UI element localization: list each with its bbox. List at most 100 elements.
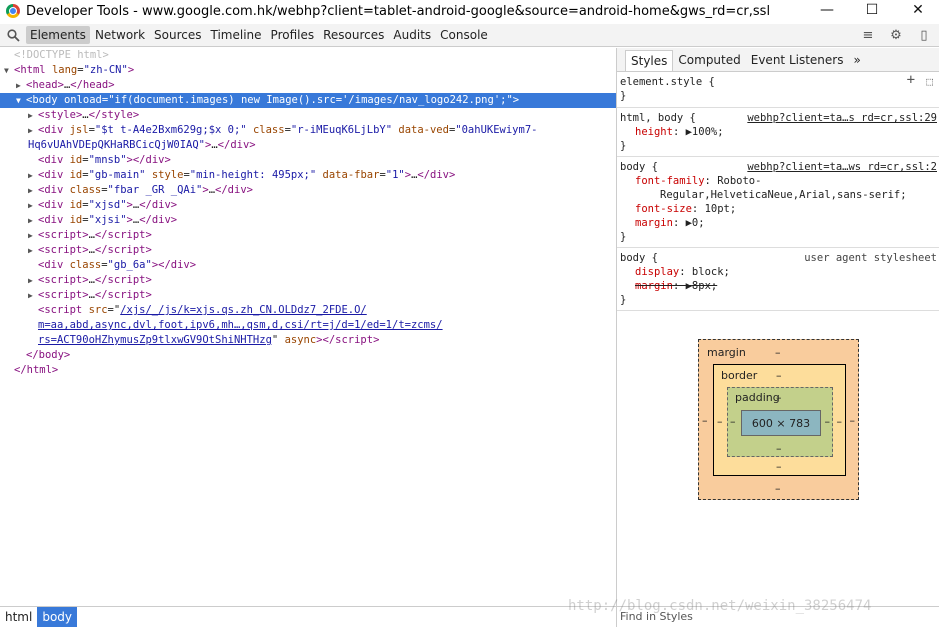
- prop-name[interactable]: font-family: [620, 175, 705, 187]
- margin-right-value[interactable]: –: [850, 414, 856, 427]
- tab-audits[interactable]: Audits: [389, 26, 435, 44]
- tab-network[interactable]: Network: [91, 26, 149, 44]
- window-title: Developer Tools - www.google.com.hk/webh…: [26, 3, 771, 19]
- prop-name[interactable]: height: [620, 126, 673, 138]
- attr-value: "fbar _GR _QAi": [107, 184, 203, 196]
- expand-triangle-icon[interactable]: ▼: [4, 63, 14, 78]
- collapse-triangle-icon[interactable]: ▶: [28, 243, 38, 258]
- border-top-value[interactable]: –: [776, 369, 782, 382]
- tag-name: html: [20, 64, 46, 76]
- dom-node-style[interactable]: ▶ <style>…</style>: [0, 108, 616, 123]
- rule-source-link[interactable]: webhp?client=ta…s rd=cr,ssl:29: [747, 111, 937, 125]
- prop-value[interactable]: 0;: [692, 217, 705, 229]
- dom-node-html-close[interactable]: </html>: [0, 363, 616, 378]
- breadcrumb-html[interactable]: html: [0, 607, 37, 627]
- rule-source-link[interactable]: webhp?client=ta…ws rd=cr,ssl:2: [747, 160, 937, 174]
- add-rule-icon[interactable]: +: [907, 73, 915, 87]
- prop-name[interactable]: font-size: [620, 203, 692, 215]
- dom-node-script[interactable]: ▶ <script>…</script>: [0, 228, 616, 243]
- dom-node-script[interactable]: ▶ <script>…</script>: [0, 288, 616, 303]
- collapse-triangle-icon[interactable]: ▶: [28, 288, 38, 303]
- dom-node-head[interactable]: ▶ <head>…</head>: [0, 78, 616, 93]
- border-bottom-value[interactable]: –: [776, 460, 782, 473]
- collapse-triangle-icon[interactable]: ▶: [28, 228, 38, 243]
- dom-node-div-fbar[interactable]: ▶ <div class="fbar _GR _QAi">…</div>: [0, 183, 616, 198]
- attr-value: "gb-main": [88, 169, 146, 181]
- tab-timeline[interactable]: Timeline: [207, 26, 266, 44]
- minimize-button[interactable]: —: [804, 0, 850, 20]
- dom-node-div-gb6a[interactable]: <div class="gb_6a"></div>: [0, 258, 616, 273]
- drawer-toggle-icon[interactable]: ≡: [858, 26, 878, 44]
- box-model-content[interactable]: 600 × 783: [741, 410, 821, 436]
- prop-value[interactable]: Roboto-: [717, 175, 761, 187]
- more-tabs-icon[interactable]: »: [848, 50, 865, 71]
- style-rule-element: element.style { + ⬚ }: [617, 72, 939, 108]
- dom-node-script[interactable]: ▶ <script>…</script>: [0, 243, 616, 258]
- border-right-value[interactable]: –: [837, 415, 843, 428]
- padding-right-value[interactable]: –: [825, 415, 831, 428]
- tab-profiles[interactable]: Profiles: [267, 26, 319, 44]
- collapse-triangle-icon[interactable]: ▶: [28, 273, 38, 288]
- dom-node-script-src-cont: m=aa,abd,async,dvl,foot,ipv6,mh…,qsm,d,c…: [0, 318, 616, 333]
- tab-computed[interactable]: Computed: [673, 50, 745, 71]
- collapse-triangle-icon[interactable]: ▶: [16, 78, 26, 93]
- tab-elements[interactable]: Elements: [26, 26, 90, 44]
- prop-name[interactable]: margin: [620, 217, 673, 229]
- collapse-triangle-icon[interactable]: ▶: [28, 183, 38, 198]
- margin-bottom-value[interactable]: –: [775, 482, 781, 495]
- maximize-button[interactable]: ☐: [849, 0, 895, 20]
- dom-node-body-selected[interactable]: ▼ <body onload="if(document.images) new I…: [0, 93, 616, 108]
- padding-top-value[interactable]: –: [776, 391, 782, 404]
- dom-node-div-xjsi[interactable]: ▶ <div id="xjsi">…</div>: [0, 213, 616, 228]
- margin-left-value[interactable]: –: [702, 414, 708, 427]
- prop-value[interactable]: 100%;: [692, 126, 724, 138]
- toggle-element-state-icon[interactable]: ⬚: [926, 75, 933, 89]
- box-model-border[interactable]: border – – – – padding – – – – 600 × 783: [713, 364, 846, 476]
- padding-left-value[interactable]: –: [730, 415, 736, 428]
- tab-event-listeners[interactable]: Event Listeners: [746, 50, 849, 71]
- collapse-triangle-icon[interactable]: ▶: [28, 198, 38, 213]
- prop-value: block;: [691, 266, 730, 278]
- attr-value: "gb_6a": [107, 259, 152, 271]
- attr-value: "if(document.images) new Image().src='/i…: [108, 94, 513, 106]
- tab-console[interactable]: Console: [436, 26, 492, 44]
- prop-value[interactable]: 10pt;: [705, 203, 737, 215]
- border-left-value[interactable]: –: [717, 415, 723, 428]
- dom-node-script[interactable]: ▶ <script>…</script>: [0, 273, 616, 288]
- tag-name: style: [44, 109, 76, 121]
- expand-triangle-icon[interactable]: ▼: [16, 93, 26, 108]
- dock-side-icon[interactable]: ▯: [914, 26, 934, 44]
- collapse-triangle-icon[interactable]: ▶: [28, 213, 38, 228]
- box-model-padding[interactable]: padding – – – – 600 × 783: [727, 387, 833, 457]
- script-src-link[interactable]: m=aa,abd,async,dvl,foot,ipv6,mh…,qsm,d,c…: [38, 319, 443, 331]
- padding-bottom-value[interactable]: –: [776, 442, 782, 455]
- attr-name: async: [284, 334, 317, 346]
- dom-node-div-mnsb[interactable]: <div id="mnsb"></div>: [0, 153, 616, 168]
- tab-resources[interactable]: Resources: [319, 26, 388, 44]
- attr-value: "0ahUKEwiym7-: [455, 124, 538, 136]
- close-button[interactable]: ✕: [895, 0, 939, 20]
- tab-sources[interactable]: Sources: [150, 26, 205, 44]
- collapse-triangle-icon[interactable]: ▶: [28, 123, 38, 138]
- dom-node-html[interactable]: ▼ <html lang="zh-CN">: [0, 63, 616, 78]
- dom-node-div-jsl[interactable]: ▶ <div jsl="$t t-A4e2Bxm629g;$x 0;" class…: [0, 123, 616, 138]
- collapse-triangle-icon[interactable]: ▶: [28, 108, 38, 123]
- script-src-link[interactable]: /xjs/_/js/k=xjs.qs.zh_CN.OLDdz7_2FDE.O/: [120, 304, 367, 316]
- tab-styles[interactable]: Styles: [625, 50, 674, 71]
- dom-node-div-xjsd[interactable]: ▶ <div id="xjsd">…</div>: [0, 198, 616, 213]
- attr-value: "xjsd": [88, 199, 127, 211]
- dom-node-script-src[interactable]: <script src="/xjs/_/js/k=xjs.qs.zh_CN.OL…: [0, 303, 616, 318]
- breadcrumb: html body: [0, 606, 616, 627]
- inspect-search-icon[interactable]: [0, 24, 26, 47]
- settings-gear-icon[interactable]: ⚙: [886, 26, 906, 44]
- collapse-triangle-icon[interactable]: ▶: [28, 168, 38, 183]
- script-src-link[interactable]: rs=ACT90oHZhymusZp9tlxwGV9OtShiNHTHzg: [38, 334, 272, 346]
- rule-close: }: [620, 140, 627, 152]
- dom-node-div-gbmain[interactable]: ▶ <div id="gb-main" style="min-height: 49…: [0, 168, 616, 183]
- dom-node-body-close[interactable]: </body>: [0, 348, 616, 363]
- margin-top-value[interactable]: –: [775, 346, 781, 359]
- breadcrumb-body[interactable]: body: [37, 607, 78, 627]
- watermark-text: http://blog.csdn.net/weixin_38256474: [568, 598, 872, 614]
- box-model-margin[interactable]: margin – – – – border – – – – padding – …: [698, 339, 859, 500]
- dom-node-doctype[interactable]: <!DOCTYPE html>: [0, 48, 616, 63]
